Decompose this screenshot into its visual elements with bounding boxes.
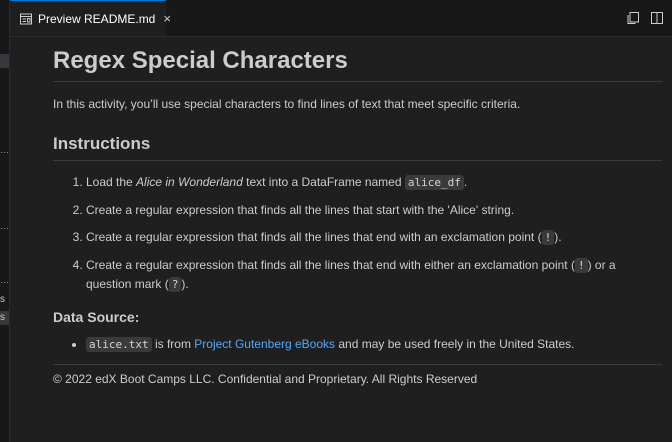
editor-tab-bar: Preview README.md × (10, 0, 672, 37)
inline-code: ! (541, 230, 555, 245)
sidebar-item-fragment[interactable]: s (0, 312, 5, 324)
open-source-icon[interactable] (626, 11, 640, 25)
list-item: Load the Alice in Wonderland text into a… (86, 173, 662, 192)
copyright-notice: © 2022 edX Boot Camps LLC. Confidential … (53, 372, 478, 386)
tab-label: Preview README.md (38, 11, 156, 26)
list-item: alice.txt is from Project Gutenberg eBoo… (86, 335, 662, 354)
markdown-preview: Regex Special Characters In this activit… (10, 37, 672, 442)
preview-icon (19, 12, 33, 26)
list-item: Create a regular expression that finds a… (86, 228, 662, 247)
sidebar-item-fragment[interactable]: s (0, 294, 5, 306)
sidebar-ellipsis: … (0, 145, 9, 155)
inline-code: ! (574, 258, 588, 273)
editor-actions (626, 11, 664, 25)
page-title: Regex Special Characters (53, 47, 662, 82)
close-icon[interactable]: × (163, 11, 171, 26)
explorer-sidebar-edge: … … … s s (0, 0, 10, 442)
more-actions-icon[interactable] (650, 11, 664, 25)
instructions-list: Load the Alice in Wonderland text into a… (53, 173, 662, 294)
list-item: Create a regular expression that finds a… (86, 201, 662, 219)
tab-preview-readme[interactable]: Preview README.md × (10, 0, 171, 36)
data-source-list: alice.txt is from Project Gutenberg eBoo… (53, 335, 662, 354)
sidebar-selected-row[interactable] (0, 54, 9, 68)
sidebar-ellipsis: … (0, 221, 9, 231)
markdown-body: Regex Special Characters In this activit… (53, 37, 662, 387)
inline-code: ? (168, 277, 182, 292)
gutenberg-link[interactable]: Project Gutenberg eBooks (194, 337, 335, 351)
sidebar-ellipsis: … (0, 275, 9, 285)
list-item: Create a regular expression that finds a… (86, 256, 662, 294)
footer-divider (53, 364, 662, 365)
data-source-heading: Data Source: (53, 309, 140, 325)
inline-code: alice_df (404, 175, 464, 190)
instructions-heading: Instructions (53, 134, 662, 161)
intro-paragraph: In this activity, you’ll use special cha… (53, 97, 521, 111)
inline-code: alice.txt (86, 337, 152, 352)
